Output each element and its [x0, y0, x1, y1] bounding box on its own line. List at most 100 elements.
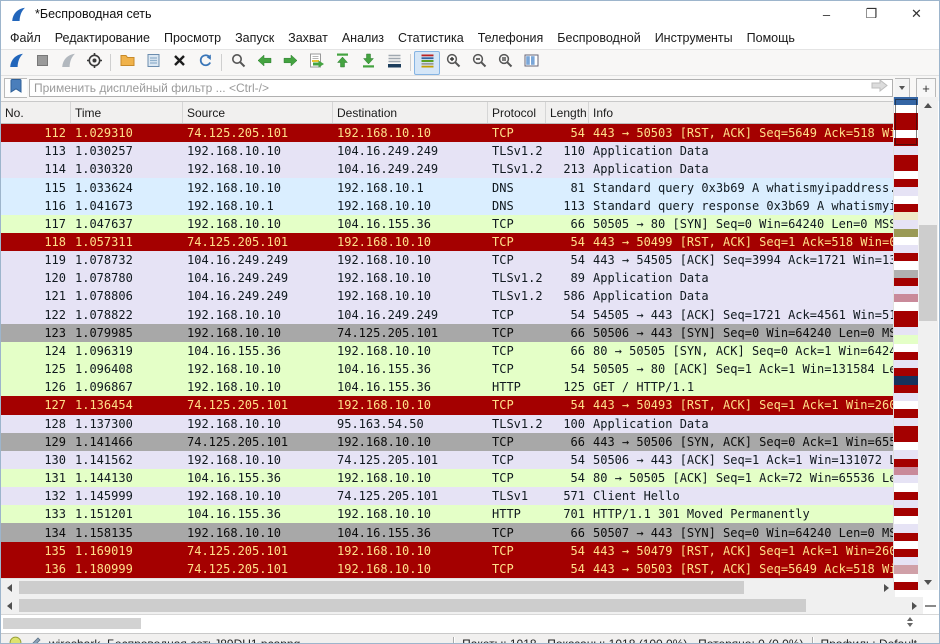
- packet-row[interactable]: 131 1.144130 104.16.155.36 192.168.10.10…: [1, 469, 894, 487]
- packet-row[interactable]: 117 1.047637 192.168.10.10 104.16.155.36…: [1, 215, 894, 233]
- secondary-hscrollbar[interactable]: [1, 597, 939, 614]
- menu-item-view[interactable]: Просмотр: [157, 31, 228, 45]
- menu-item-analyze[interactable]: Анализ: [335, 31, 391, 45]
- packet-row[interactable]: 114 1.030320 192.168.10.10 104.16.249.24…: [1, 160, 894, 178]
- zoom-out-button[interactable]: [466, 51, 492, 75]
- reload-file-button[interactable]: [192, 51, 218, 75]
- minimap-stripe: [894, 270, 918, 278]
- packet-row[interactable]: 112 1.029310 74.125.205.101 192.168.10.1…: [1, 124, 894, 142]
- packet-row[interactable]: 132 1.145999 192.168.10.10 74.125.205.10…: [1, 487, 894, 505]
- column-header-no[interactable]: No.: [1, 102, 71, 123]
- close-file-button[interactable]: [166, 51, 192, 75]
- menu-item-help[interactable]: Помощь: [740, 31, 802, 45]
- packet-row[interactable]: 124 1.096319 104.16.155.36 192.168.10.10…: [1, 342, 894, 360]
- packet-row[interactable]: 136 1.180999 74.125.205.101 192.168.10.1…: [1, 560, 894, 578]
- packet-row[interactable]: 128 1.137300 192.168.10.10 95.163.54.50 …: [1, 415, 894, 433]
- menu-item-telephony[interactable]: Телефония: [471, 31, 551, 45]
- packet-row[interactable]: 119 1.078732 104.16.249.249 192.168.10.1…: [1, 251, 894, 269]
- column-header-info[interactable]: Info: [589, 102, 894, 123]
- colorize-packets-button[interactable]: [414, 51, 440, 75]
- minimap-stripe: [894, 557, 918, 565]
- pane-spin-control[interactable]: [907, 617, 913, 627]
- toolbar-separator: [221, 54, 222, 71]
- packet-minimap[interactable]: [893, 97, 918, 590]
- packet-row[interactable]: 127 1.136454 74.125.205.101 192.168.10.1…: [1, 396, 894, 414]
- hscroll-thumb[interactable]: [19, 599, 806, 612]
- scroll-up-arrow-icon[interactable]: [918, 97, 938, 113]
- go-forward-button[interactable]: [277, 51, 303, 75]
- packet-row[interactable]: 118 1.057311 74.125.205.101 192.168.10.1…: [1, 233, 894, 251]
- capture-options-button[interactable]: [81, 51, 107, 75]
- packet-row[interactable]: 129 1.141466 74.125.205.101 192.168.10.1…: [1, 433, 894, 451]
- go-to-bottom-button[interactable]: [355, 51, 381, 75]
- packet-row[interactable]: 121 1.078806 104.16.249.249 192.168.10.1…: [1, 287, 894, 305]
- minimize-button[interactable]: –: [804, 1, 849, 27]
- go-to-top-button[interactable]: [329, 51, 355, 75]
- menu-item-wireless[interactable]: Беспроводной: [550, 31, 647, 45]
- zoom-original-button[interactable]: [492, 51, 518, 75]
- packet-row[interactable]: 120 1.078780 104.16.249.249 192.168.10.1…: [1, 269, 894, 287]
- spin-up-icon[interactable]: [907, 617, 913, 621]
- capture-comment-icon[interactable]: [29, 636, 42, 644]
- go-to-packet-button[interactable]: [303, 51, 329, 75]
- hscroll-track[interactable]: [1, 597, 923, 614]
- pane-thumb-block[interactable]: [3, 618, 141, 629]
- colorize-icon: [419, 52, 436, 74]
- start-capture-button[interactable]: [3, 51, 29, 75]
- packet-row[interactable]: 116 1.041673 192.168.10.1 192.168.10.10 …: [1, 197, 894, 215]
- filter-dropdown-button[interactable]: [895, 78, 910, 98]
- stop-capture-button[interactable]: [29, 51, 55, 75]
- scroll-left-arrow-icon[interactable]: [1, 597, 18, 614]
- packet-row[interactable]: 135 1.169019 74.125.205.101 192.168.10.1…: [1, 542, 894, 560]
- hscroll-thumb[interactable]: [19, 581, 744, 594]
- save-file-button[interactable]: [140, 51, 166, 75]
- packet-row[interactable]: 115 1.033624 192.168.10.10 192.168.10.1 …: [1, 178, 894, 196]
- menu-item-file[interactable]: Файл: [3, 31, 48, 45]
- packet-row[interactable]: 126 1.096867 192.168.10.10 104.16.155.36…: [1, 378, 894, 396]
- status-separator: [812, 637, 813, 644]
- open-file-button[interactable]: [114, 51, 140, 75]
- packet-row[interactable]: 125 1.096408 192.168.10.10 104.16.155.36…: [1, 360, 894, 378]
- packet-row[interactable]: 123 1.079985 192.168.10.10 74.125.205.10…: [1, 324, 894, 342]
- column-header-source[interactable]: Source: [183, 102, 333, 123]
- add-filter-button[interactable]: +: [916, 78, 936, 98]
- filter-bookmark-button[interactable]: [4, 78, 27, 98]
- menu-item-statistics[interactable]: Статистика: [391, 31, 471, 45]
- scroll-right-arrow-icon[interactable]: [906, 597, 923, 614]
- packet-row[interactable]: 122 1.078822 192.168.10.10 104.16.249.24…: [1, 306, 894, 324]
- column-header-time[interactable]: Time: [71, 102, 183, 123]
- close-button[interactable]: ✕: [894, 1, 939, 27]
- scroll-down-arrow-icon[interactable]: [918, 574, 938, 590]
- column-header-protocol[interactable]: Protocol: [488, 102, 546, 123]
- zoom-in-button[interactable]: [440, 51, 466, 75]
- menu-item-edit[interactable]: Редактирование: [48, 31, 157, 45]
- go-back-button[interactable]: [251, 51, 277, 75]
- pane-resize-grip[interactable]: [925, 605, 936, 607]
- menu-item-tools[interactable]: Инструменты: [648, 31, 740, 45]
- window-resize-grip[interactable]: [923, 638, 935, 644]
- packet-row[interactable]: 113 1.030257 192.168.10.10 104.16.249.24…: [1, 142, 894, 160]
- maximize-button[interactable]: ❒: [849, 1, 894, 27]
- packet-row[interactable]: 130 1.141562 192.168.10.10 74.125.205.10…: [1, 451, 894, 469]
- packet-list-hscrollbar[interactable]: [1, 578, 895, 597]
- find-packet-button[interactable]: [225, 51, 251, 75]
- zoom-original-icon: [497, 52, 514, 74]
- menu-item-go[interactable]: Запуск: [228, 31, 281, 45]
- expert-info-icon[interactable]: [9, 636, 22, 644]
- spin-down-icon[interactable]: [907, 623, 913, 627]
- column-header-length[interactable]: Length: [546, 102, 589, 123]
- column-header-destination[interactable]: Destination: [333, 102, 488, 123]
- packet-row[interactable]: 133 1.151201 104.16.155.36 192.168.10.10…: [1, 505, 894, 523]
- vertical-scrollbar[interactable]: [918, 97, 938, 590]
- resize-columns-button[interactable]: [518, 51, 544, 75]
- vscroll-thumb[interactable]: [919, 225, 937, 321]
- profile-label[interactable]: Профиль: Default: [821, 637, 918, 644]
- scroll-left-arrow-icon[interactable]: [1, 579, 18, 597]
- apply-filter-button[interactable]: [868, 81, 890, 95]
- auto-scroll-button[interactable]: [381, 51, 407, 75]
- display-filter-input[interactable]: [29, 79, 893, 97]
- restart-capture-button[interactable]: [55, 51, 81, 75]
- packet-row[interactable]: 134 1.158135 192.168.10.10 104.16.155.36…: [1, 523, 894, 541]
- menu-item-capture[interactable]: Захват: [281, 31, 335, 45]
- capture-filename[interactable]: wireshark_Беспроводная сетьJ89DU1.pcapng: [49, 637, 300, 644]
